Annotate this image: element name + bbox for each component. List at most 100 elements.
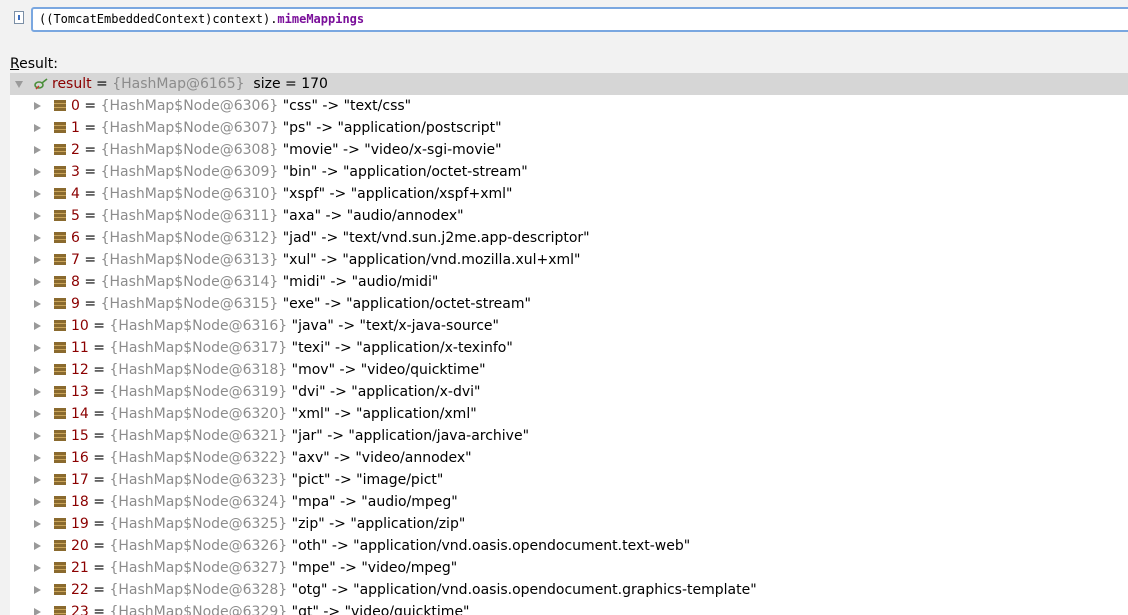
- map-entry-icon: [54, 518, 66, 529]
- entry-equals: =: [79, 98, 101, 114]
- entry-equals: =: [88, 560, 110, 576]
- entry-value: "jar" -> "application/java-archive": [291, 428, 530, 444]
- chevron-right-icon[interactable]: [34, 344, 41, 352]
- tree-row[interactable]: 4 = {HashMap$Node@6310} "xspf" -> "appli…: [10, 183, 1128, 205]
- tree-row[interactable]: 13 = {HashMap$Node@6319} "dvi" -> "appli…: [10, 381, 1128, 403]
- expression-field: mimeMappings: [277, 12, 365, 26]
- tree-row[interactable]: 16 = {HashMap$Node@6322} "axv" -> "video…: [10, 447, 1128, 469]
- tree-row-label: 13 = {HashMap$Node@6319} "dvi" -> "appli…: [71, 381, 480, 403]
- tree-row[interactable]: 8 = {HashMap$Node@6314} "midi" -> "audio…: [10, 271, 1128, 293]
- entry-node-type: {HashMap$Node@6328}: [109, 582, 288, 598]
- tree-row[interactable]: 14 = {HashMap$Node@6320} "xml" -> "appli…: [10, 403, 1128, 425]
- tree-row[interactable]: 19 = {HashMap$Node@6325} "zip" -> "appli…: [10, 513, 1128, 535]
- tree-row[interactable]: 17 = {HashMap$Node@6323} "pict" -> "imag…: [10, 469, 1128, 491]
- entry-equals: =: [79, 230, 101, 246]
- entry-index: 5: [71, 208, 80, 224]
- entry-index: 16: [71, 450, 89, 466]
- chevron-right-icon[interactable]: [34, 432, 41, 440]
- entry-node-type: {HashMap$Node@6326}: [109, 538, 288, 554]
- chevron-right-icon[interactable]: [34, 234, 41, 242]
- entry-index: 8: [71, 274, 80, 290]
- tree-row-label: 22 = {HashMap$Node@6328} "otg" -> "appli…: [71, 579, 757, 601]
- chevron-right-icon[interactable]: [34, 146, 41, 154]
- entry-value: "midi" -> "audio/midi": [282, 274, 439, 290]
- chevron-right-icon[interactable]: [34, 168, 41, 176]
- tree-row[interactable]: 2 = {HashMap$Node@6308} "movie" -> "vide…: [10, 139, 1128, 161]
- result-tree[interactable]: result = {HashMap@6165} size = 170 0 = {…: [10, 73, 1128, 615]
- tree-row[interactable]: 1 = {HashMap$Node@6307} "ps" -> "applica…: [10, 117, 1128, 139]
- tree-row[interactable]: 6 = {HashMap$Node@6312} "jad" -> "text/v…: [10, 227, 1128, 249]
- tree-row[interactable]: 21 = {HashMap$Node@6327} "mpe" -> "video…: [10, 557, 1128, 579]
- chevron-right-icon[interactable]: [34, 608, 41, 615]
- map-entry-icon: [54, 254, 66, 265]
- chevron-right-icon[interactable]: [34, 212, 41, 220]
- entry-equals: =: [88, 340, 110, 356]
- tree-row[interactable]: 12 = {HashMap$Node@6318} "mov" -> "video…: [10, 359, 1128, 381]
- entry-value: "exe" -> "application/octet-stream": [282, 296, 531, 312]
- chevron-right-icon[interactable]: [34, 102, 41, 110]
- tree-row[interactable]: 15 = {HashMap$Node@6321} "jar" -> "appli…: [10, 425, 1128, 447]
- expression-input[interactable]: ((TomcatEmbeddedContext)context).mimeMap…: [31, 7, 1128, 32]
- tree-row-label: 5 = {HashMap$Node@6311} "axa" -> "audio/…: [71, 205, 464, 227]
- tree-row[interactable]: 23 = {HashMap$Node@6329} "qt" -> "video/…: [10, 601, 1128, 615]
- entry-index: 10: [71, 318, 89, 334]
- tree-row[interactable]: 18 = {HashMap$Node@6324} "mpa" -> "audio…: [10, 491, 1128, 513]
- entry-value: "bin" -> "application/octet-stream": [282, 164, 528, 180]
- chevron-right-icon[interactable]: [34, 498, 41, 506]
- chevron-right-icon[interactable]: [34, 586, 41, 594]
- chevron-right-icon[interactable]: [34, 256, 41, 264]
- map-entry-icon: [54, 364, 66, 375]
- chevron-right-icon[interactable]: [34, 322, 41, 330]
- entry-value: "oth" -> "application/vnd.oasis.opendocu…: [291, 538, 691, 554]
- entry-value: "zip" -> "application/zip": [291, 516, 466, 532]
- tree-row[interactable]: 11 = {HashMap$Node@6317} "texi" -> "appl…: [10, 337, 1128, 359]
- entry-node-type: {HashMap$Node@6309}: [100, 164, 279, 180]
- entry-index: 17: [71, 472, 89, 488]
- chevron-right-icon[interactable]: [34, 124, 41, 132]
- entry-index: 0: [71, 98, 80, 114]
- chevron-right-icon[interactable]: [34, 520, 41, 528]
- entry-value: "movie" -> "video/x-sgi-movie": [282, 142, 502, 158]
- tree-row[interactable]: 5 = {HashMap$Node@6311} "axa" -> "audio/…: [10, 205, 1128, 227]
- entry-index: 22: [71, 582, 89, 598]
- map-entry-icon: [54, 210, 66, 221]
- chevron-right-icon[interactable]: [34, 410, 41, 418]
- map-entry-icon: [54, 540, 66, 551]
- chevron-down-icon[interactable]: [15, 81, 23, 88]
- chevron-right-icon[interactable]: [34, 366, 41, 374]
- chevron-right-icon[interactable]: [34, 388, 41, 396]
- tree-row[interactable]: 20 = {HashMap$Node@6326} "oth" -> "appli…: [10, 535, 1128, 557]
- entry-value: "axv" -> "video/annodex": [291, 450, 472, 466]
- tree-row[interactable]: 7 = {HashMap$Node@6313} "xul" -> "applic…: [10, 249, 1128, 271]
- entry-equals: =: [79, 208, 101, 224]
- map-entry-icon: [54, 430, 66, 441]
- map-entry-icon: [54, 188, 66, 199]
- entry-equals: =: [79, 274, 101, 290]
- chevron-right-icon[interactable]: [34, 564, 41, 572]
- tree-row-label: 11 = {HashMap$Node@6317} "texi" -> "appl…: [71, 337, 513, 359]
- chevron-right-icon[interactable]: [34, 278, 41, 286]
- entry-equals: =: [88, 428, 110, 444]
- tree-row[interactable]: 10 = {HashMap$Node@6316} "java" -> "text…: [10, 315, 1128, 337]
- chevron-right-icon[interactable]: [34, 300, 41, 308]
- chevron-right-icon[interactable]: [34, 454, 41, 462]
- entry-node-type: {HashMap$Node@6318}: [109, 362, 288, 378]
- root-equals: =: [91, 76, 113, 92]
- chevron-right-icon[interactable]: [34, 542, 41, 550]
- chevron-right-icon[interactable]: [34, 190, 41, 198]
- tree-row[interactable]: 0 = {HashMap$Node@6306} "css" -> "text/c…: [10, 95, 1128, 117]
- entry-value: "jad" -> "text/vnd.sun.j2me.app-descript…: [282, 230, 590, 246]
- entry-node-type: {HashMap$Node@6308}: [100, 142, 279, 158]
- tree-root-row[interactable]: result = {HashMap@6165} size = 170: [10, 73, 1128, 95]
- tree-row[interactable]: 9 = {HashMap$Node@6315} "exe" -> "applic…: [10, 293, 1128, 315]
- entry-node-type: {HashMap$Node@6323}: [109, 472, 288, 488]
- map-entry-icon: [54, 452, 66, 463]
- entry-index: 11: [71, 340, 89, 356]
- tree-row-label: 23 = {HashMap$Node@6329} "qt" -> "video/…: [71, 601, 470, 615]
- map-entry-icon: [54, 408, 66, 419]
- tree-row[interactable]: 3 = {HashMap$Node@6309} "bin" -> "applic…: [10, 161, 1128, 183]
- chevron-right-icon[interactable]: [34, 476, 41, 484]
- entry-equals: =: [88, 362, 110, 378]
- tree-row-label: 4 = {HashMap$Node@6310} "xspf" -> "appli…: [71, 183, 512, 205]
- tree-row[interactable]: 22 = {HashMap$Node@6328} "otg" -> "appli…: [10, 579, 1128, 601]
